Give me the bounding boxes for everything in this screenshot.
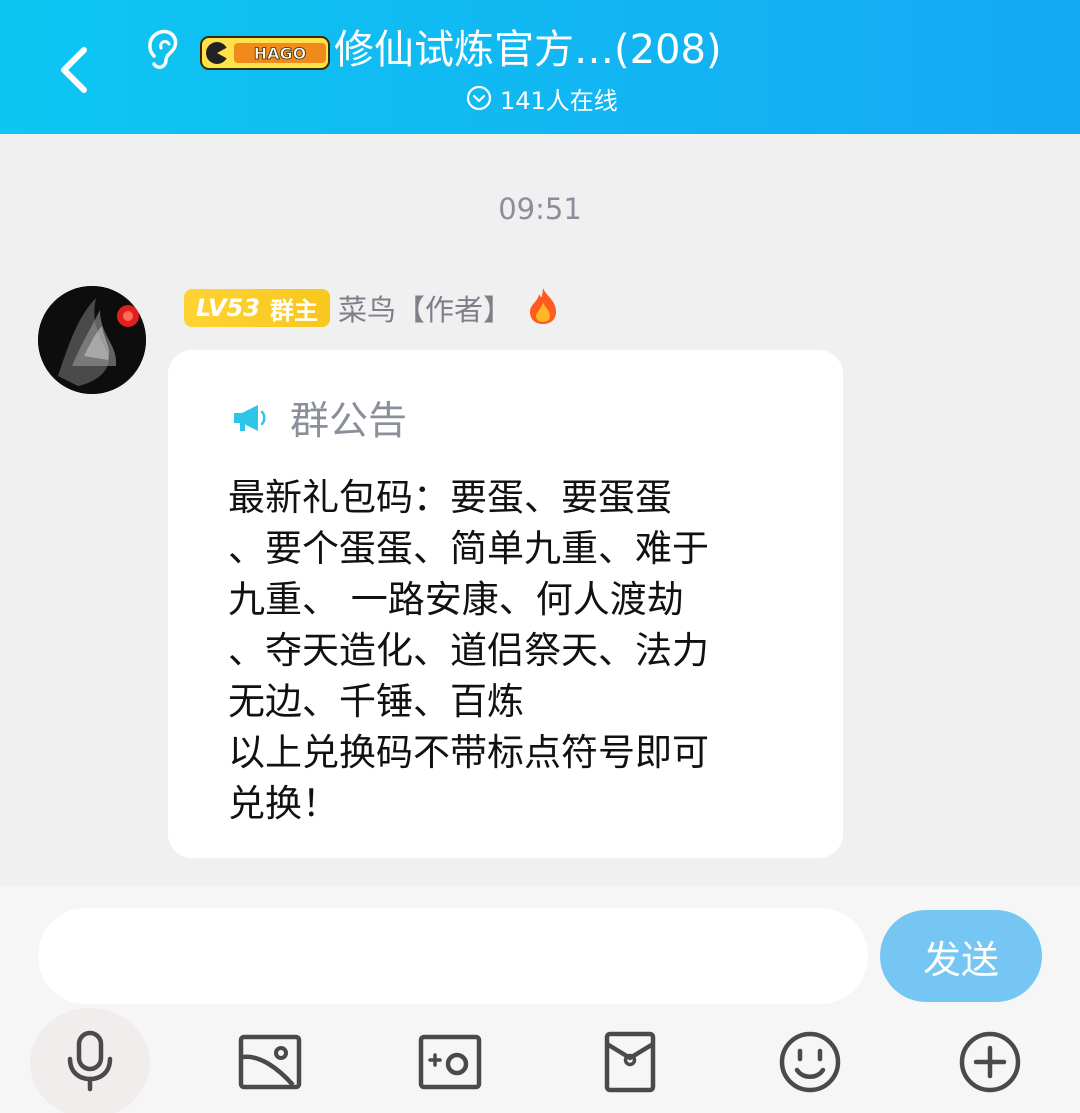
flame-icon — [526, 286, 560, 330]
online-count[interactable]: 141人在线 — [466, 82, 618, 115]
announcement-title: 群公告 — [290, 399, 408, 444]
megaphone-icon — [234, 405, 266, 431]
announcement-bubble[interactable]: 群公告 最新礼包码：要蛋、要蛋蛋 、要个蛋蛋、简单九重、难于 九重、 一路安康、… — [168, 350, 843, 858]
input-area: 发送 — [0, 886, 1080, 1113]
red-envelope-icon[interactable] — [592, 1024, 668, 1100]
level-label: LV53 — [196, 294, 260, 322]
group-title[interactable]: 修仙试炼官方…(208) — [334, 22, 722, 78]
message-input[interactable] — [38, 908, 868, 1004]
emoji-icon[interactable] — [772, 1024, 848, 1100]
plus-icon[interactable] — [952, 1024, 1028, 1100]
online-count-label: 141人在线 — [500, 86, 618, 115]
image-icon[interactable] — [232, 1024, 308, 1100]
send-button[interactable]: 发送 — [880, 910, 1042, 1002]
chevron-down-circle-icon — [466, 85, 492, 111]
chat-header: HAGO 修仙试炼官方…(208) 141人在线 — [0, 0, 1080, 134]
microphone-icon[interactable] — [52, 1024, 128, 1100]
svg-text:HAGO: HAGO — [254, 44, 307, 63]
level-badge: LV53 群主 — [184, 289, 330, 327]
message-meta: LV53 群主 菜鸟【作者】 — [184, 286, 560, 330]
ear-icon[interactable] — [142, 26, 182, 74]
sender-name[interactable]: 菜鸟【作者】 — [338, 287, 512, 329]
hago-game-logo: HAGO — [200, 36, 330, 70]
chevron-left-icon — [61, 47, 87, 93]
back-button[interactable] — [50, 36, 106, 100]
message-timestamp: 09:51 — [498, 192, 582, 226]
announcement-text: 最新礼包码：要蛋、要蛋蛋 、要个蛋蛋、简单九重、难于 九重、 一路安康、何人渡劫… — [228, 476, 709, 825]
role-label: 群主 — [269, 296, 318, 325]
announcement-header: 群公告 — [230, 390, 407, 446]
avatar[interactable] — [38, 286, 146, 394]
camera-icon[interactable] — [412, 1024, 488, 1100]
